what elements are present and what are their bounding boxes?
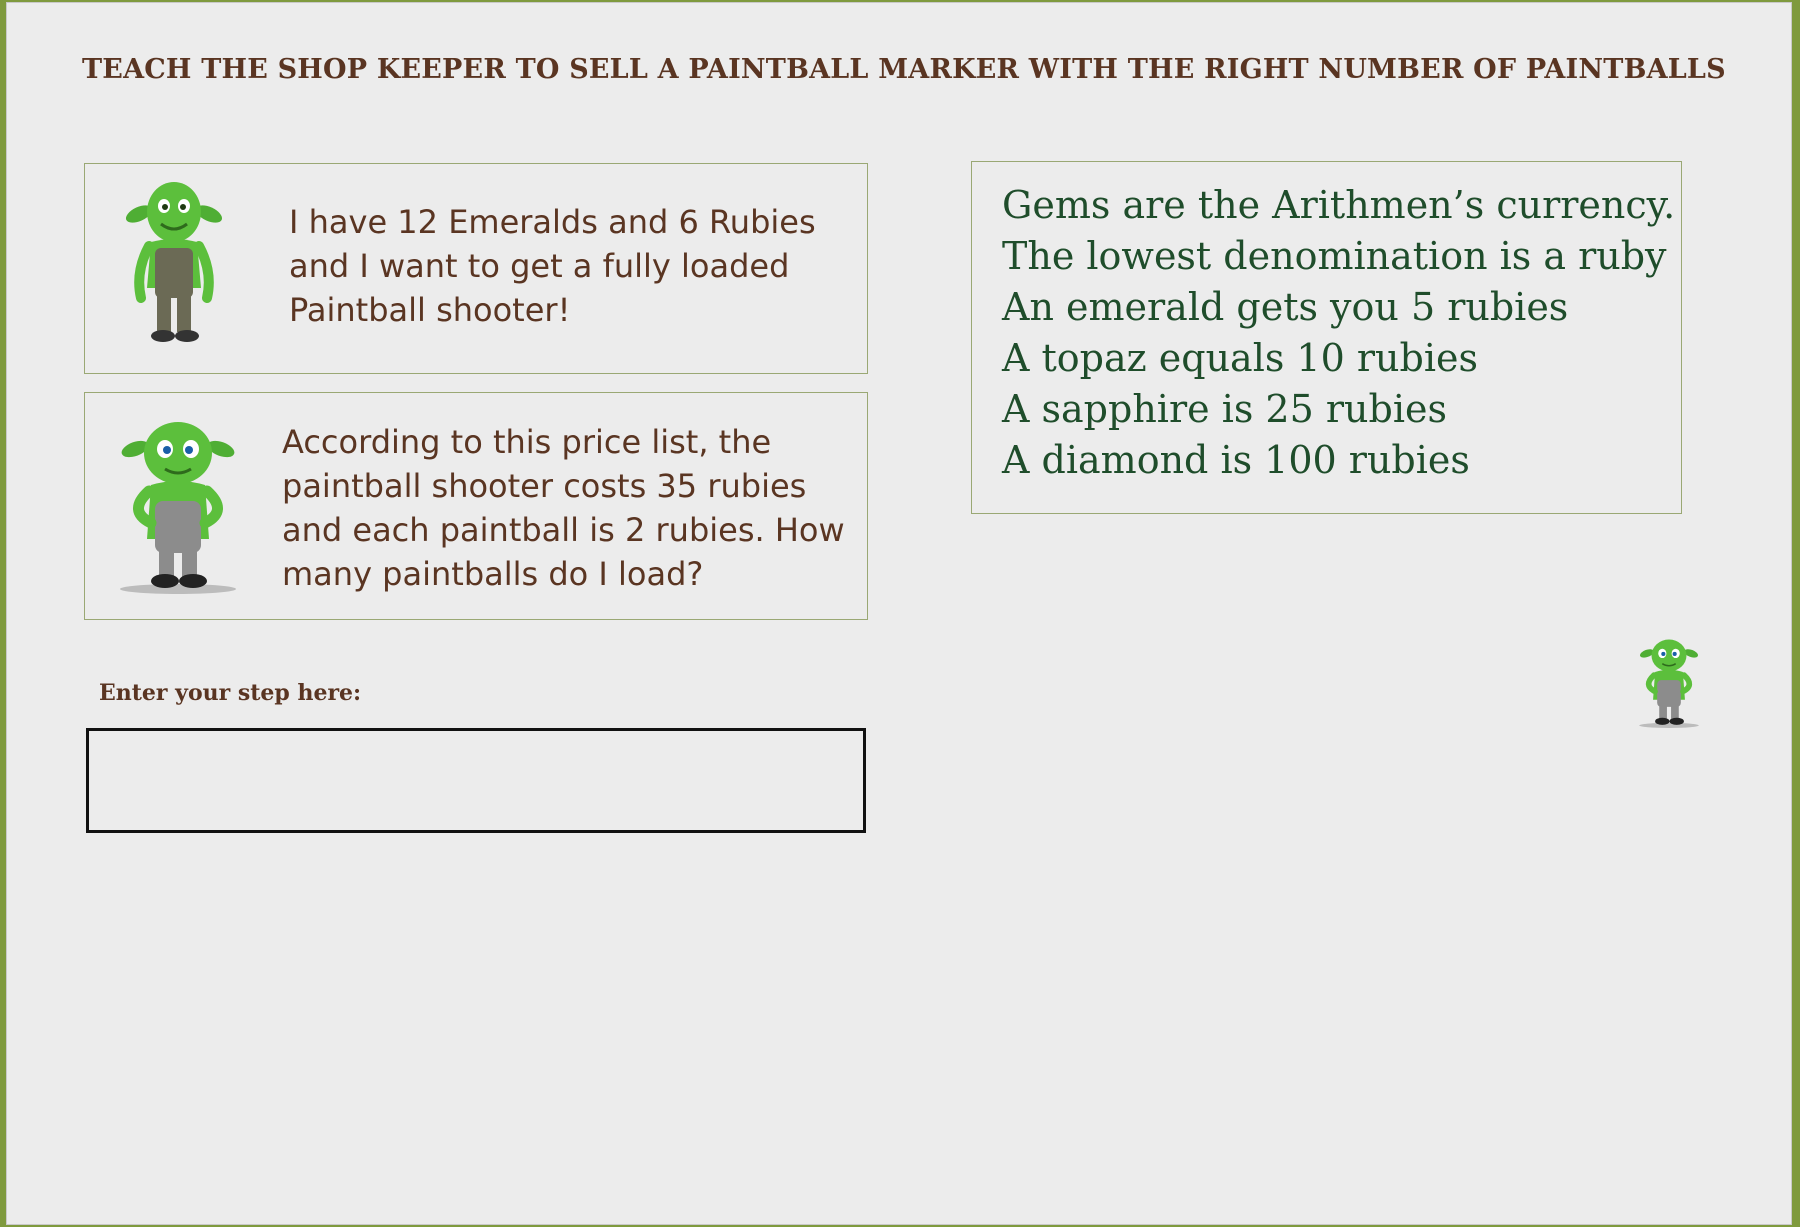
- currency-info-panel: Gems are the Arithmen’s currency. The lo…: [971, 161, 1682, 514]
- currency-line: A sapphire is 25 rubies: [1002, 387, 1447, 431]
- currency-line: An emerald gets you 5 rubies: [1002, 285, 1569, 329]
- step-input[interactable]: [86, 728, 866, 833]
- game-screen: TEACH THE SHOP KEEPER TO SELL A PAINTBAL…: [6, 2, 1792, 1225]
- page-title: TEACH THE SHOP KEEPER TO SELL A PAINTBAL…: [82, 54, 1726, 85]
- currency-line: The lowest denomination is a ruby: [1002, 234, 1667, 278]
- goblin-shopkeeper-icon: [120, 422, 236, 594]
- goblin-customer-icon: [125, 182, 223, 342]
- currency-info-lines: Gems are the Arithmen’s currency. The lo…: [1002, 180, 1676, 486]
- step-input-label: Enter your step here:: [99, 680, 362, 706]
- shopkeeper-speech-panel: According to this price list, the paintb…: [84, 392, 868, 620]
- currency-line: Gems are the Arithmen’s currency.: [1002, 183, 1676, 227]
- currency-line: A topaz equals 10 rubies: [1002, 336, 1478, 380]
- customer-speech-text: I have 12 Emeralds and 6 Rubies and I wa…: [289, 203, 816, 329]
- customer-speech-panel: I have 12 Emeralds and 6 Rubies and I wa…: [84, 163, 868, 374]
- currency-line: A diamond is 100 rubies: [1002, 438, 1470, 482]
- shopkeeper-speech-text: According to this price list, the paintb…: [282, 423, 845, 593]
- goblin-helper-icon[interactable]: [1632, 638, 1706, 728]
